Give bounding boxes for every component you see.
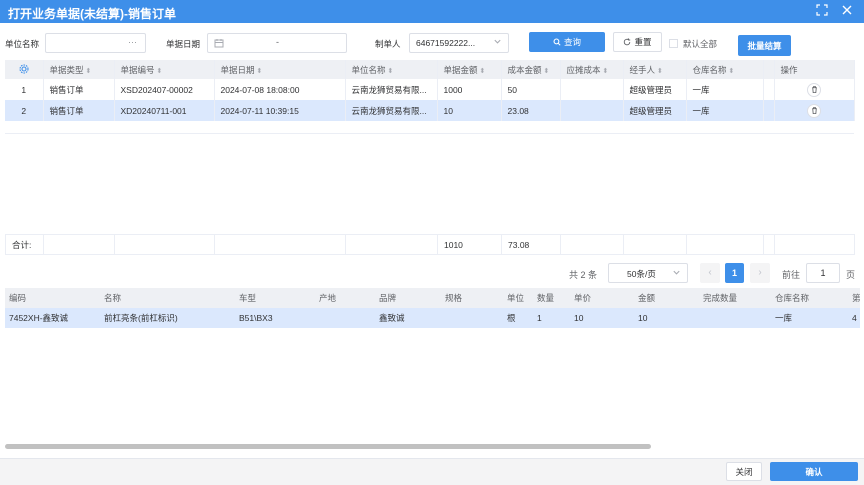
- query-button[interactable]: 查询: [529, 32, 605, 52]
- table-row[interactable]: 2 销售订单 XD20240711-001 2024-07-11 10:39:1…: [5, 100, 855, 121]
- maximize-icon[interactable]: [815, 3, 829, 17]
- confirm-button[interactable]: 确认: [770, 462, 858, 481]
- filter-bar: 单位名称 ··· 单据日期 - 制单人 64671592222... 查询 重置…: [0, 32, 864, 56]
- horizontal-scrollbar[interactable]: [5, 444, 651, 449]
- creator-value: 64671592222...: [416, 38, 476, 48]
- title-bar: 打开业务单据(未结算)-销售订单: [0, 0, 864, 23]
- close-button[interactable]: 关闭: [726, 462, 762, 481]
- table-row[interactable]: 1 销售订单 XSD202407-00002 2024-07-08 18:08:…: [5, 79, 855, 100]
- page-size-select[interactable]: 50条/页: [608, 263, 688, 283]
- goto-page-input[interactable]: 1: [806, 263, 840, 283]
- default-all-label: 默认全部: [683, 39, 718, 49]
- delete-icon[interactable]: [807, 82, 821, 97]
- detail-header: 编码 名称 车型 产地 品牌 规格 单位 数量 单价 金额 完成数量 仓库名称 …: [5, 288, 860, 308]
- date-separator: -: [276, 37, 279, 47]
- goto-label: 前往: [782, 270, 801, 280]
- table-header: 单据类型 ⬍ 单据编号 ⬍ 单据日期 ⬍ 单位名称 ⬍ 单据金额 ⬍ 成本金额 ⬍ 应摊成本…: [5, 60, 855, 79]
- next-page-button[interactable]: ›: [750, 263, 770, 283]
- reset-button[interactable]: 重置: [613, 32, 662, 52]
- query-label: 查询: [563, 37, 581, 47]
- unit-input[interactable]: ···: [45, 33, 146, 53]
- page-unit-label: 页: [846, 270, 856, 280]
- header-cell: 操作: [774, 60, 855, 79]
- unit-label: 单位名称: [5, 39, 40, 49]
- header-cell[interactable]: 成本金额 ⬍: [501, 60, 561, 79]
- page-1-button[interactable]: 1: [725, 263, 744, 283]
- close-icon[interactable]: [840, 3, 854, 17]
- header-cell[interactable]: 单据编号 ⬍: [114, 60, 215, 79]
- header-cell[interactable]: 经手人 ⬍: [623, 60, 687, 79]
- header-cell[interactable]: 应摊成本 ⬍: [560, 60, 624, 79]
- date-range-input[interactable]: -: [207, 33, 347, 53]
- sum-label: 合计:: [5, 234, 44, 255]
- dialog-footer: 关闭 确认: [0, 458, 864, 485]
- summary-row: 合计: 1010 73.08: [5, 234, 855, 255]
- prev-page-button[interactable]: ‹: [700, 263, 720, 283]
- reset-label: 重置: [634, 37, 652, 47]
- sum-amount: 1010: [437, 234, 502, 255]
- chevron-down-icon: [493, 37, 502, 48]
- page-size-value: 50条/页: [627, 269, 656, 279]
- default-all-checkbox[interactable]: [669, 39, 678, 48]
- chevron-down-icon: [672, 268, 681, 279]
- header-cell[interactable]: 单据日期 ⬍: [214, 60, 346, 79]
- sum-cost: 73.08: [501, 234, 561, 255]
- orders-table: 单据类型 ⬍ 单据编号 ⬍ 单据日期 ⬍ 单位名称 ⬍ 单据金额 ⬍ 成本金额 ⬍ 应摊成本…: [5, 60, 855, 121]
- calendar-icon: [214, 38, 224, 50]
- more-icon[interactable]: ···: [128, 37, 137, 47]
- refresh-icon: [624, 38, 631, 46]
- batch-settle-button[interactable]: 批量结算: [738, 35, 791, 56]
- search-icon: [553, 38, 561, 46]
- creator-label: 制单人: [375, 39, 401, 49]
- detail-row[interactable]: 7452XH-鑫致诚 前杠亮条(前杠标识) B51\BX3 鑫致诚 根 1 10…: [5, 308, 860, 328]
- delete-icon[interactable]: [807, 103, 821, 118]
- header-cell[interactable]: 单据类型 ⬍: [43, 60, 115, 79]
- window-title: 打开业务单据(未结算)-销售订单: [8, 7, 176, 21]
- header-cell[interactable]: 仓库名称 ⬍: [686, 60, 764, 79]
- header-spacer: [763, 60, 775, 79]
- date-label: 单据日期: [166, 39, 201, 49]
- empty-row: [5, 122, 854, 134]
- creator-select[interactable]: 64671592222...: [409, 33, 509, 53]
- header-cell[interactable]: 单位名称 ⬍: [345, 60, 438, 79]
- column-settings-icon[interactable]: [5, 60, 44, 79]
- pager-total: 共 2 条: [569, 270, 598, 280]
- detail-table: 编码 名称 车型 产地 品牌 规格 单位 数量 单价 金额 完成数量 仓库名称 …: [5, 288, 860, 328]
- header-cell[interactable]: 单据金额 ⬍: [437, 60, 502, 79]
